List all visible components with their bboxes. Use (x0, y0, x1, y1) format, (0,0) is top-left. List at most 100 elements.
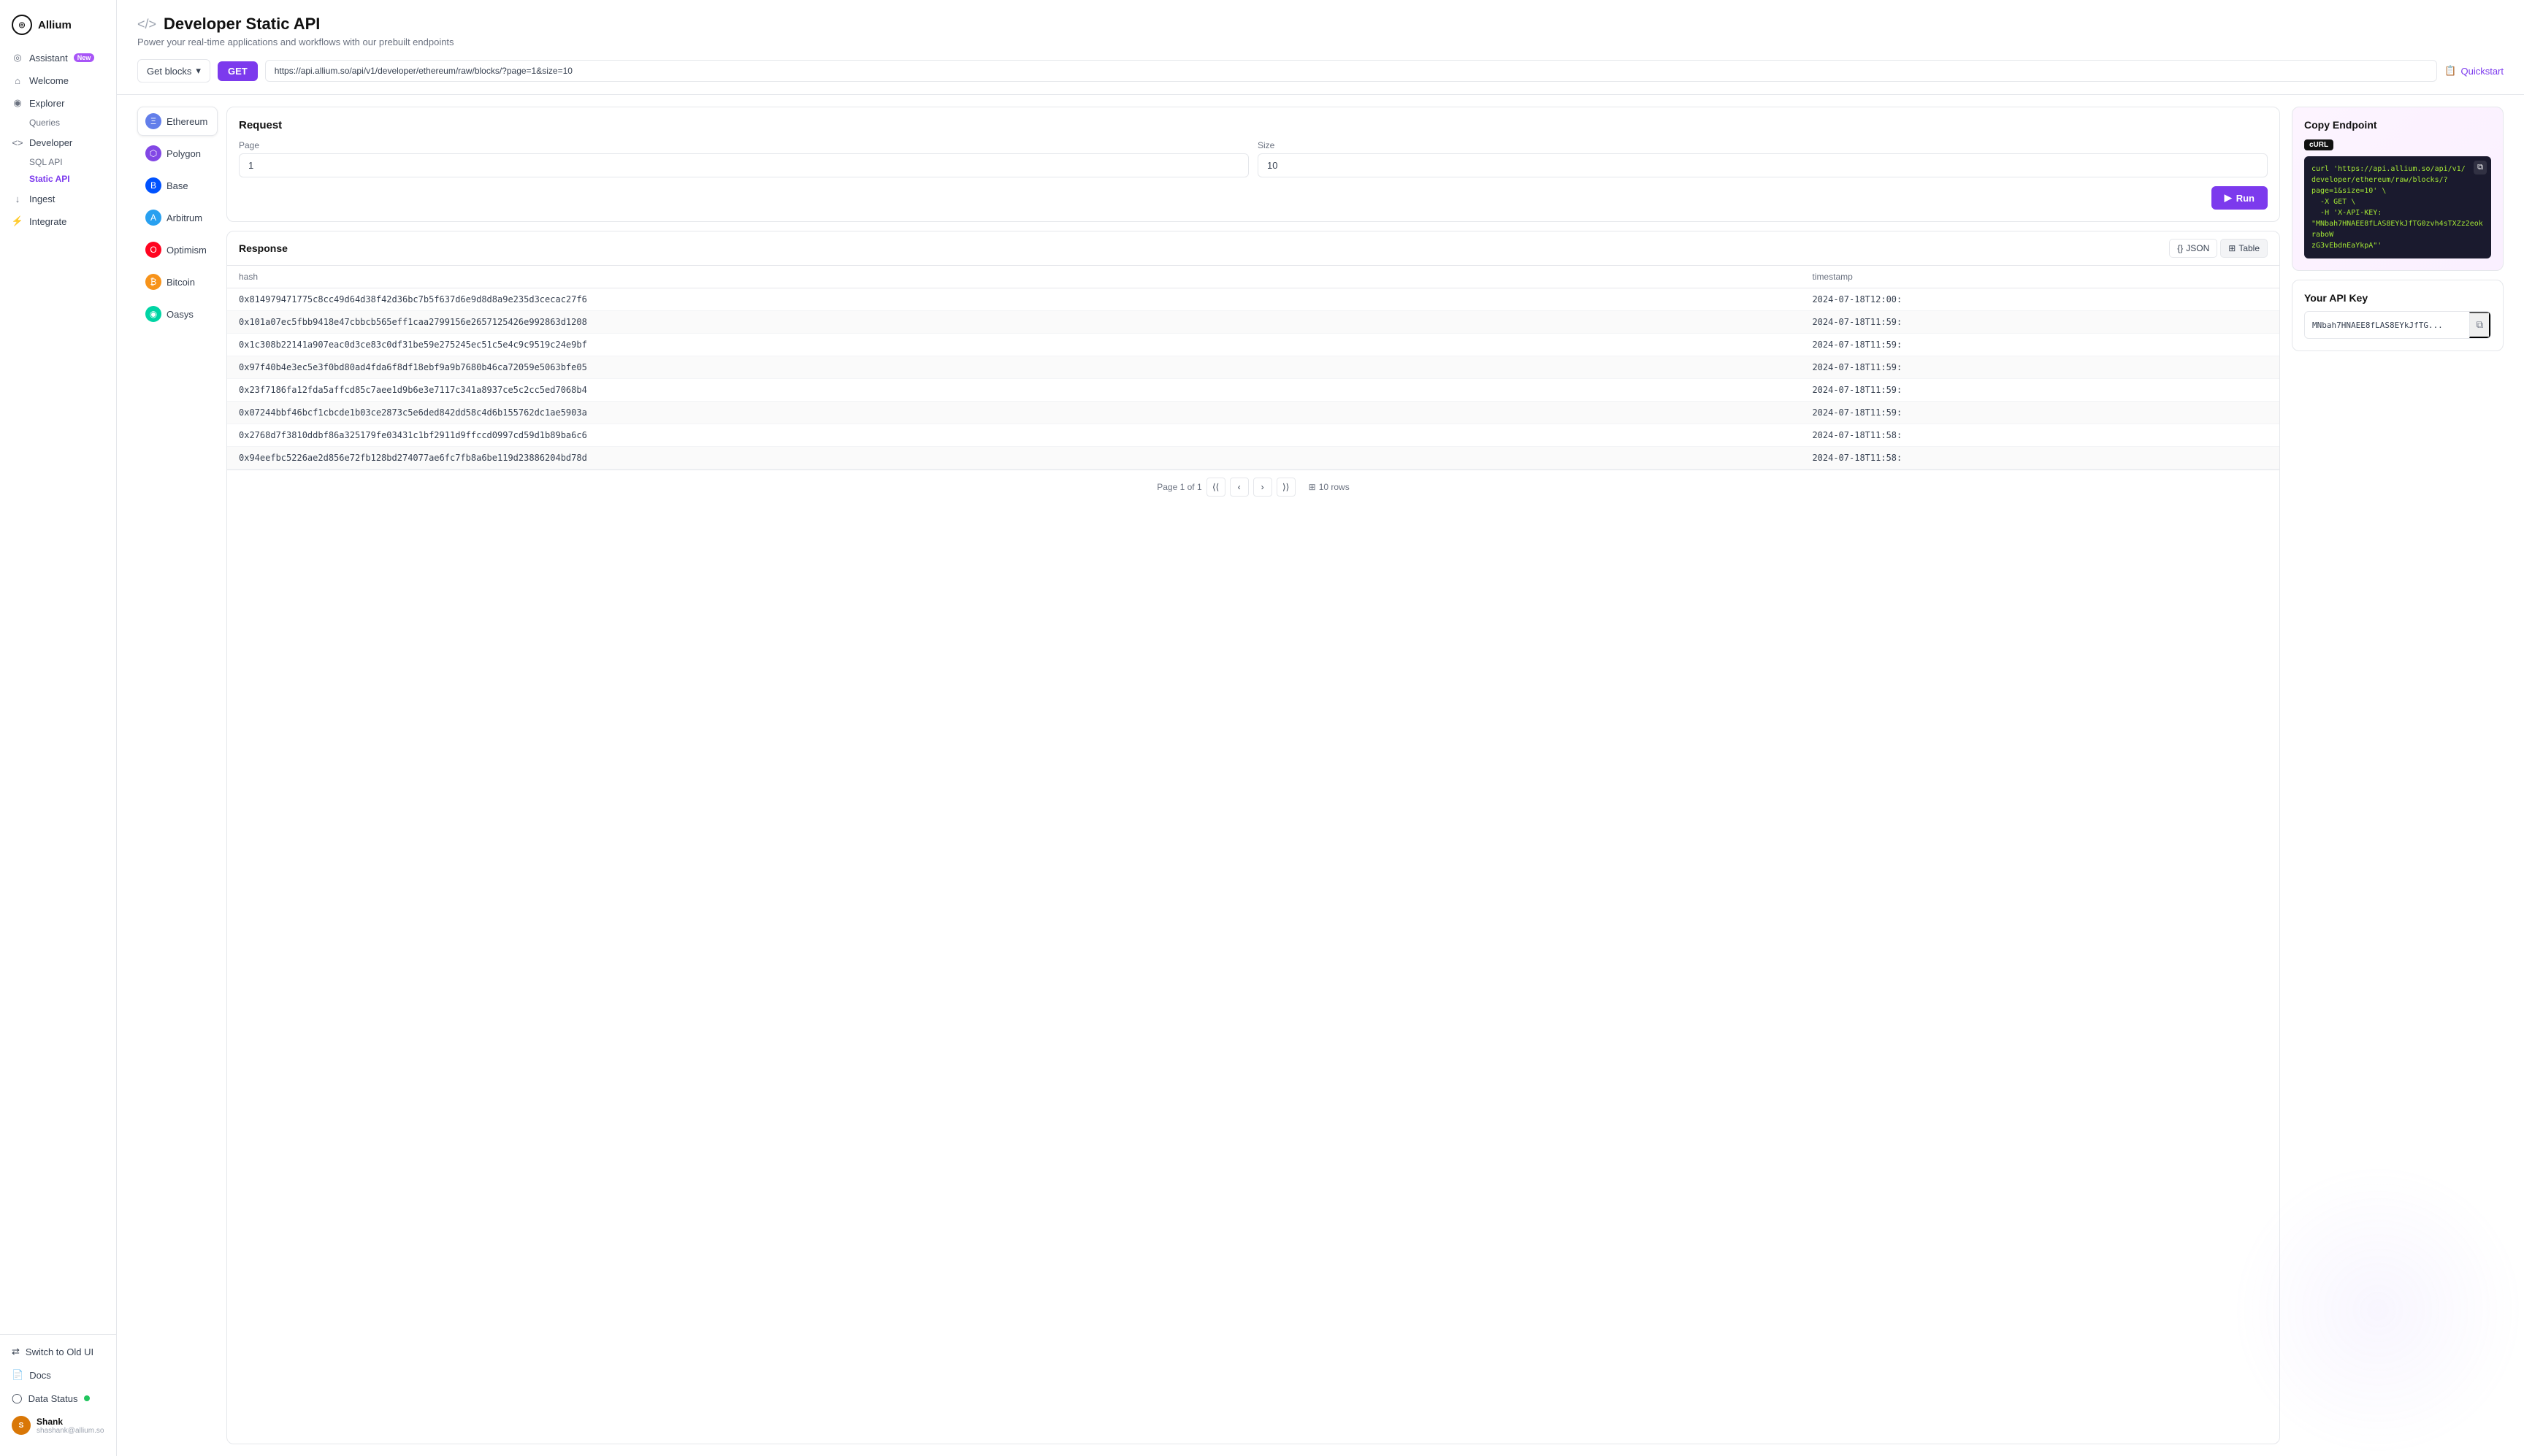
table-container: hash timestamp 0x814979471775c8cc49d64d3… (227, 266, 2279, 470)
api-toolbar: Get blocks ▾ GET 📋 Quickstart (117, 59, 2524, 95)
main-content: </> Developer Static API Power your real… (117, 0, 2524, 1456)
code-copy-button[interactable]: ⧉ (2474, 161, 2487, 175)
switch-ui-button[interactable]: ⇄ Switch to Old UI (6, 1341, 110, 1363)
last-page-button[interactable]: ⟩⟩ (1277, 478, 1296, 497)
sidebar-item-label: Ingest (29, 194, 55, 204)
status-indicator (84, 1395, 90, 1401)
size-input[interactable] (1258, 153, 2268, 177)
cell-hash: 0x2768d7f3810ddbf86a325179fe03431c1bf291… (227, 424, 1800, 447)
size-group: Size (1258, 140, 2268, 177)
rows-info: ⊞ 10 rows (1309, 482, 1350, 492)
sidebar-item-welcome[interactable]: ⌂ Welcome (6, 69, 110, 91)
request-title: Request (239, 119, 2268, 131)
logo: ◎ Allium (0, 9, 116, 47)
page-group: Page (239, 140, 1249, 177)
chain-item-base[interactable]: B Base (137, 171, 218, 200)
run-button[interactable]: ▶ Run (2211, 186, 2268, 210)
sidebar-item-integrate[interactable]: ⚡ Integrate (6, 210, 110, 232)
chain-item-polygon[interactable]: ⬡ Polygon (137, 139, 218, 168)
content-area: Request Page Size (226, 107, 2280, 1444)
quickstart-button[interactable]: 📋 Quickstart (2444, 65, 2504, 77)
cell-hash: 0x07244bbf46bcf1cbcde1b03ce2873c5e6ded84… (227, 402, 1800, 424)
cell-timestamp: 2024-07-18T11:58: (1800, 424, 2279, 447)
api-key-row: MNbah7HNAEE8fLAS8EYkJfTG... ⧉ (2304, 311, 2491, 339)
cell-hash: 0x94eefbc5226ae2d856e72fb128bd274077ae6f… (227, 447, 1800, 470)
next-page-button[interactable]: › (1253, 478, 1272, 497)
response-section: Response {} JSON ⊞ Table (226, 231, 2280, 1444)
home-icon: ⌂ (12, 74, 23, 86)
api-key-card: Your API Key MNbah7HNAEE8fLAS8EYkJfTG...… (2292, 280, 2504, 351)
optimism-icon: O (145, 242, 161, 258)
sidebar-item-ingest[interactable]: ↓ Ingest (6, 188, 110, 210)
cell-timestamp: 2024-07-18T11:59: (1800, 311, 2279, 334)
api-key-value: MNbah7HNAEE8fLAS8EYkJfTG... (2305, 315, 2469, 336)
user-profile[interactable]: S Shank shashank@allium.so (6, 1411, 110, 1440)
data-status-button[interactable]: ◯ Data Status (6, 1387, 110, 1409)
api-key-title: Your API Key (2304, 292, 2491, 304)
view-toggle: {} JSON ⊞ Table (2169, 239, 2268, 258)
new-badge: New (74, 53, 95, 62)
cell-timestamp: 2024-07-18T11:58: (1800, 447, 2279, 470)
size-label: Size (1258, 140, 2268, 150)
sidebar-item-label: Developer (29, 137, 72, 148)
body-layout: Ξ Ethereum ⬡ Polygon B Base A Arbitrum (117, 95, 2524, 1456)
switch-icon: ⇄ (12, 1346, 20, 1357)
chains-and-content: Ξ Ethereum ⬡ Polygon B Base A Arbitrum (137, 107, 2280, 1444)
chain-item-ethereum[interactable]: Ξ Ethereum (137, 107, 218, 136)
first-page-button[interactable]: ⟨⟨ (1206, 478, 1225, 497)
table-row: 0x97f40b4e3ec5e3f0bd80ad4fda6f8df18ebf9a… (227, 356, 2279, 379)
braces-icon: {} (2177, 243, 2183, 253)
person-icon: ◎ (12, 52, 23, 64)
docs-button[interactable]: 📄 Docs (6, 1364, 110, 1386)
sidebar-item-assistant[interactable]: ◎ Assistant New (6, 47, 110, 69)
table-row: 0x07244bbf46bcf1cbcde1b03ce2873c5e6ded84… (227, 402, 2279, 424)
chain-item-arbitrum[interactable]: A Arbitrum (137, 203, 218, 232)
api-key-copy-button[interactable]: ⧉ (2469, 312, 2490, 338)
cell-hash: 0x23f7186fa12fda5affcd85c7aee1d9b6e3e711… (227, 379, 1800, 402)
sidebar: ◎ Allium ◎ Assistant New ⌂ Welcome ◉ Exp… (0, 0, 117, 1456)
chain-item-bitcoin[interactable]: ₿ Bitcoin (137, 267, 218, 296)
table-row: 0x1c308b22141a907eac0d3ce83c0df31be59e27… (227, 334, 2279, 356)
book-icon: 📄 (12, 1369, 23, 1381)
url-input[interactable] (265, 60, 2438, 82)
page-label: Page (239, 140, 1249, 150)
table-row: 0x101a07ec5fbb9418e47cbbcb565eff1caa2799… (227, 311, 2279, 334)
cell-timestamp: 2024-07-18T11:59: (1800, 379, 2279, 402)
oasys-icon: ◉ (145, 306, 161, 322)
table-view-button[interactable]: ⊞ Table (2220, 239, 2268, 258)
cell-timestamp: 2024-07-18T11:59: (1800, 334, 2279, 356)
response-table: hash timestamp 0x814979471775c8cc49d64d3… (227, 266, 2279, 470)
code-block: curl 'https://api.allium.so/api/v1/ deve… (2304, 156, 2491, 258)
avatar: S (12, 1416, 31, 1435)
logo-icon: ◎ (12, 15, 32, 35)
sidebar-bottom: ⇄ Switch to Old UI 📄 Docs ◯ Data Status … (0, 1334, 116, 1447)
cell-hash: 0x101a07ec5fbb9418e47cbbcb565eff1caa2799… (227, 311, 1800, 334)
request-form: Page Size (239, 140, 2268, 177)
sidebar-item-developer[interactable]: <> Developer (6, 131, 110, 153)
sidebar-item-label: Welcome (29, 75, 69, 86)
response-header: Response {} JSON ⊞ Table (227, 231, 2279, 266)
developer-icon: </> (137, 17, 156, 32)
chain-item-oasys[interactable]: ◉ Oasys (137, 299, 218, 329)
cell-timestamp: 2024-07-18T11:59: (1800, 402, 2279, 424)
chevron-down-icon: ▾ (196, 65, 201, 77)
left-panel: Ξ Ethereum ⬡ Polygon B Base A Arbitrum (137, 107, 2280, 1444)
code-content: curl 'https://api.allium.so/api/v1/ deve… (2311, 164, 2484, 251)
arrow-down-icon: ↓ (12, 193, 23, 204)
quickstart-icon: 📋 (2444, 65, 2456, 77)
cell-hash: 0x1c308b22141a907eac0d3ce83c0df31be59e27… (227, 334, 1800, 356)
endpoint-selector[interactable]: Get blocks ▾ (137, 59, 210, 83)
code-icon: <> (12, 137, 23, 148)
cell-timestamp: 2024-07-18T12:00: (1800, 288, 2279, 311)
prev-page-button[interactable]: ‹ (1230, 478, 1249, 497)
logo-text: Allium (38, 19, 72, 31)
sidebar-item-sql-api[interactable]: SQL API (6, 154, 110, 170)
copy-endpoint-card: Copy Endpoint cURL curl 'https://api.all… (2292, 107, 2504, 271)
sidebar-item-static-api[interactable]: Static API (6, 171, 110, 187)
page-input[interactable] (239, 153, 1249, 177)
json-view-button[interactable]: {} JSON (2169, 239, 2217, 258)
sidebar-item-queries[interactable]: Queries (6, 115, 110, 131)
cell-hash: 0x97f40b4e3ec5e3f0bd80ad4fda6f8df18ebf9a… (227, 356, 1800, 379)
chain-item-optimism[interactable]: O Optimism (137, 235, 218, 264)
sidebar-item-explorer[interactable]: ◉ Explorer (6, 92, 110, 114)
